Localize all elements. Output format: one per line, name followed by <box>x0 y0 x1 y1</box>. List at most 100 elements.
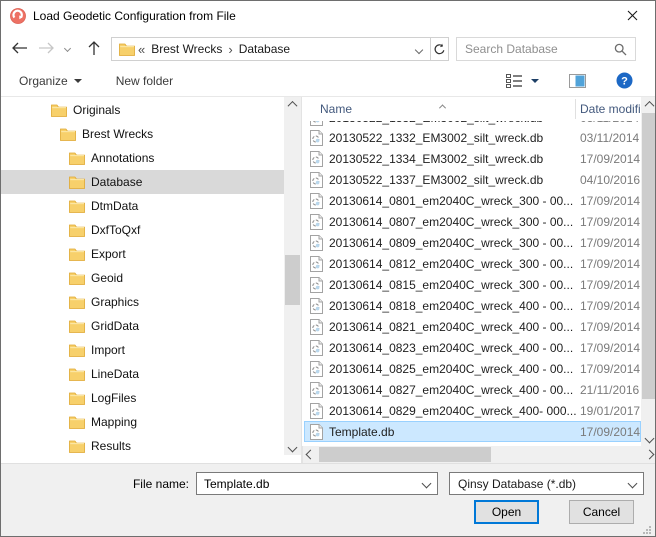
file-row[interactable]: 20130614_0801_em2040C_wreck_300 - 00... … <box>304 190 641 211</box>
tree-item-griddata[interactable]: GridData <box>1 314 284 338</box>
file-row[interactable]: 20130614_0829_em2040C_wreck_400- 000... … <box>304 400 641 421</box>
tree-item-label: Mapping <box>91 415 137 429</box>
file-name-combobox <box>196 472 438 495</box>
tree-item-results[interactable]: Results <box>1 434 284 458</box>
preview-pane-icon <box>569 74 586 88</box>
chevron-down-icon <box>63 44 70 51</box>
file-row[interactable]: 20130522_1334_EM3002_silt_wreck.db 17/09… <box>304 148 641 169</box>
address-bar[interactable]: « Brest Wrecks › Database <box>111 37 431 61</box>
file-name: 20130522_1332_EM3002_silt_wreck.db <box>329 131 543 145</box>
resize-grip[interactable] <box>642 525 652 535</box>
tree-item-logfiles[interactable]: LogFiles <box>1 386 284 410</box>
tree-item-export[interactable]: Export <box>1 242 284 266</box>
svg-text:?: ? <box>621 75 628 87</box>
list-hscrollbar-thumb[interactable] <box>319 447 491 462</box>
file-row[interactable]: 20130522_1337_EM3002_silt_wreck.db 04/10… <box>304 169 641 190</box>
tree-item-linedata[interactable]: LineData <box>1 362 284 386</box>
file-row[interactable]: Template.db 17/09/2014 <box>304 421 641 442</box>
db-file-icon <box>310 382 323 398</box>
tree-item-dtmdata[interactable]: DtmData <box>1 194 284 218</box>
file-name: Template.db <box>329 425 394 439</box>
open-file-dialog: Load Geodetic Configuration from File « … <box>0 0 656 537</box>
scroll-left-icon[interactable] <box>303 447 318 462</box>
help-button[interactable]: ? <box>608 68 641 93</box>
file-row[interactable]: 20130522_1332_EM3002_silt_wreck.db 03/11… <box>304 127 641 148</box>
tree-item-import[interactable]: Import <box>1 338 284 362</box>
scroll-up-icon[interactable] <box>284 97 301 112</box>
file-name: 20130614_0829_em2040C_wreck_400- 000... <box>329 404 577 418</box>
file-name: 20130614_0823_em2040C_wreck_400 - 00... <box>329 341 573 355</box>
file-name: 20130614_0815_em2040C_wreck_300 - 00... <box>329 278 573 292</box>
file-row[interactable]: 20130614_0823_em2040C_wreck_400 - 00... … <box>304 337 641 358</box>
tree-item-mapping[interactable]: Mapping <box>1 410 284 434</box>
tree-item-graphics[interactable]: Graphics <box>1 290 284 314</box>
preview-pane-button[interactable] <box>561 70 594 92</box>
db-file-icon <box>310 298 323 314</box>
file-date-modified: 17/09/2014 <box>580 299 640 313</box>
tree-vertical-scrollbar[interactable] <box>284 97 301 455</box>
refresh-button[interactable] <box>431 37 449 61</box>
file-type-select[interactable]: Qinsy Database (*.db) <box>449 472 644 495</box>
breadcrumb-truncation[interactable]: « <box>135 42 148 57</box>
cancel-button[interactable]: Cancel <box>569 500 634 524</box>
address-dropdown-button[interactable] <box>416 42 430 56</box>
file-name-input[interactable] <box>197 477 423 491</box>
search-input[interactable] <box>457 42 614 56</box>
tree-item-annotations[interactable]: Annotations <box>1 146 284 170</box>
tree-item-label: DtmData <box>91 199 138 213</box>
file-name: 20130522_1337_EM3002_silt_wreck.db <box>329 173 543 187</box>
file-name-dropdown-icon[interactable] <box>423 480 437 487</box>
folder-icon <box>69 344 85 357</box>
breadcrumb-item-brest-wrecks[interactable]: Brest Wrecks <box>148 42 225 56</box>
forward-button[interactable] <box>33 36 59 60</box>
title-bar: Load Geodetic Configuration from File <box>1 1 655 31</box>
tree-item-geoid[interactable]: Geoid <box>1 266 284 290</box>
breadcrumb-item-database[interactable]: Database <box>236 42 293 56</box>
scroll-down-icon[interactable] <box>284 440 301 455</box>
scroll-right-icon[interactable] <box>642 447 656 462</box>
tree-item-database[interactable]: Database <box>1 170 284 194</box>
file-date-modified: 17/09/2014 <box>580 236 640 250</box>
file-row[interactable]: 20130614_0821_em2040C_wreck_400 - 00... … <box>304 316 641 337</box>
db-file-icon <box>310 151 323 167</box>
file-row[interactable]: 20130614_0818_em2040C_wreck_400 - 00... … <box>304 295 641 316</box>
file-date-modified: 19/01/2017 <box>580 404 640 418</box>
scroll-up-icon[interactable] <box>641 97 656 112</box>
file-type-value: Qinsy Database (*.db) <box>450 477 629 491</box>
recent-locations-button[interactable] <box>59 36 75 60</box>
tree-item-label: Brest Wrecks <box>82 127 153 141</box>
tree-scrollbar-thumb[interactable] <box>285 255 300 305</box>
list-horizontal-scrollbar[interactable] <box>302 446 656 463</box>
search-icon[interactable] <box>614 43 635 56</box>
open-button[interactable]: Open <box>474 500 539 524</box>
close-icon <box>627 10 638 21</box>
forward-arrow-icon <box>38 42 55 54</box>
change-view-button[interactable] <box>498 70 547 92</box>
db-file-icon <box>310 256 323 272</box>
tree-item-label: Import <box>91 343 125 357</box>
folder-icon <box>69 392 85 405</box>
window-title: Load Geodetic Configuration from File <box>33 9 236 23</box>
file-row[interactable]: 20130614_0807_em2040C_wreck_300 - 00... … <box>304 211 641 232</box>
file-row[interactable]: 20130614_0812_em2040C_wreck_300 - 00... … <box>304 253 641 274</box>
up-button[interactable] <box>81 36 107 60</box>
scroll-down-icon[interactable] <box>641 431 656 446</box>
tree-item-dxftoqxf[interactable]: DxfToQxf <box>1 218 284 242</box>
file-row[interactable]: 20130614_0825_em2040C_wreck_400 - 00... … <box>304 358 641 379</box>
close-button[interactable] <box>610 1 655 30</box>
db-file-icon <box>310 340 323 356</box>
back-button[interactable] <box>5 36 33 60</box>
list-vertical-scrollbar[interactable] <box>641 97 656 446</box>
organize-button[interactable]: Organize <box>11 70 90 92</box>
tree-item-originals[interactable]: Originals <box>1 98 284 122</box>
new-folder-button[interactable]: New folder <box>108 70 181 92</box>
file-row[interactable]: 20130614_0827_em2040C_wreck_400 - 00... … <box>304 379 641 400</box>
file-date-modified: 17/09/2014 <box>580 257 640 271</box>
organize-label: Organize <box>19 74 68 88</box>
list-vscrollbar-thumb[interactable] <box>642 113 656 399</box>
file-row[interactable]: 20130614_0815_em2040C_wreck_300 - 00... … <box>304 274 641 295</box>
help-icon: ? <box>616 72 633 89</box>
tree-item-brest-wrecks[interactable]: Brest Wrecks <box>1 122 284 146</box>
file-row[interactable]: 20130614_0809_em2040C_wreck_300 - 00... … <box>304 232 641 253</box>
command-toolbar: Organize New folder <box>1 65 655 97</box>
